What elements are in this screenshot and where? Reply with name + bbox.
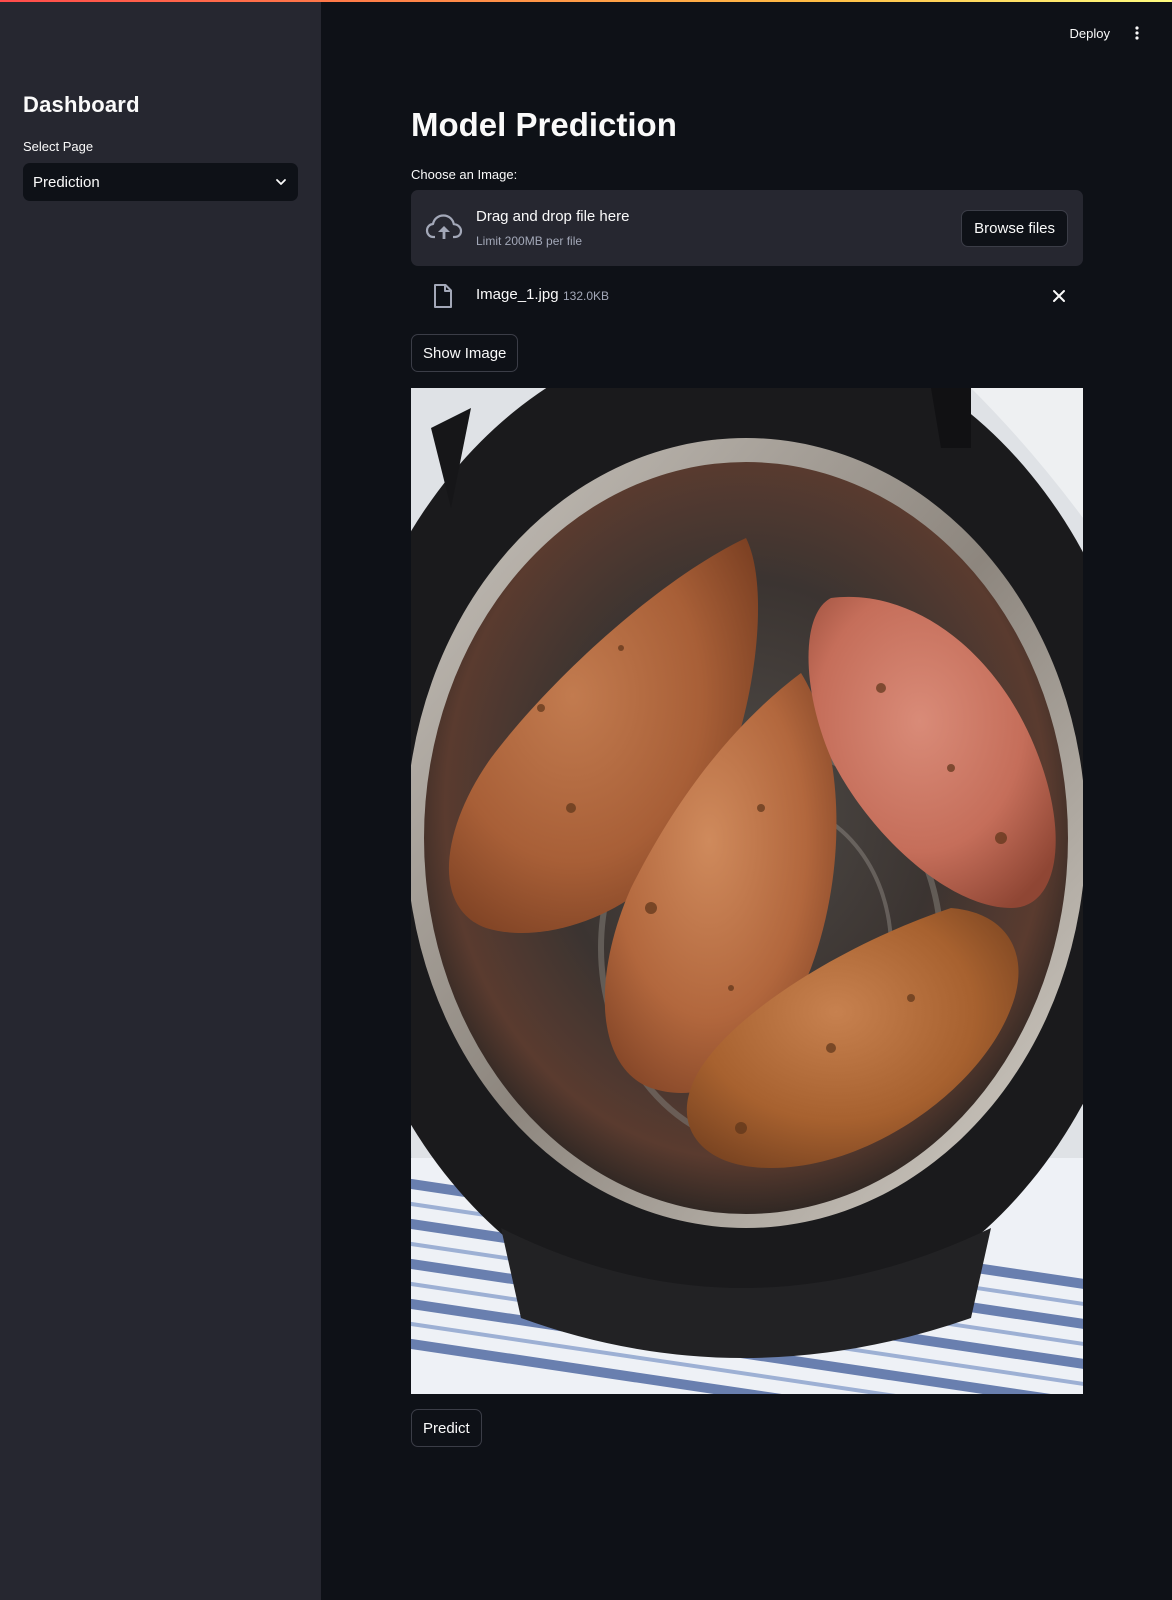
file-dropzone[interactable]: Drag and drop file here Limit 200MB per … [411, 190, 1083, 266]
uploaded-image [411, 388, 1083, 1394]
select-page-label: Select Page [23, 139, 94, 154]
dropzone-title: Drag and drop file here [476, 208, 630, 225]
top-decoration-bar [0, 0, 1172, 2]
chevron-down-icon [274, 175, 288, 189]
select-page-dropdown[interactable]: Prediction [23, 163, 298, 201]
cloud-upload-icon [425, 212, 463, 244]
browse-files-button[interactable]: Browse files [961, 210, 1068, 247]
page-title: Model Prediction [411, 106, 677, 143]
uploaded-file-row: Image_1.jpg 132.0KB [411, 280, 1083, 314]
uploader-label: Choose an Image: [411, 167, 518, 182]
deploy-button[interactable]: Deploy [1070, 26, 1110, 41]
file-icon [433, 283, 453, 309]
file-name: Image_1.jpg [476, 286, 559, 303]
close-icon[interactable] [1051, 288, 1067, 304]
kebab-menu-icon[interactable] [1128, 24, 1146, 42]
predict-button[interactable]: Predict [411, 1409, 482, 1447]
sidebar-title: Dashboard [23, 92, 140, 117]
sidebar: Dashboard Select Page Prediction [0, 0, 321, 1600]
header-actions: Deploy [1070, 24, 1146, 42]
dropzone-subtitle: Limit 200MB per file [476, 234, 583, 248]
select-page-value: Prediction [33, 173, 100, 191]
file-size: 132.0KB [563, 289, 610, 303]
show-image-button[interactable]: Show Image [411, 334, 519, 372]
